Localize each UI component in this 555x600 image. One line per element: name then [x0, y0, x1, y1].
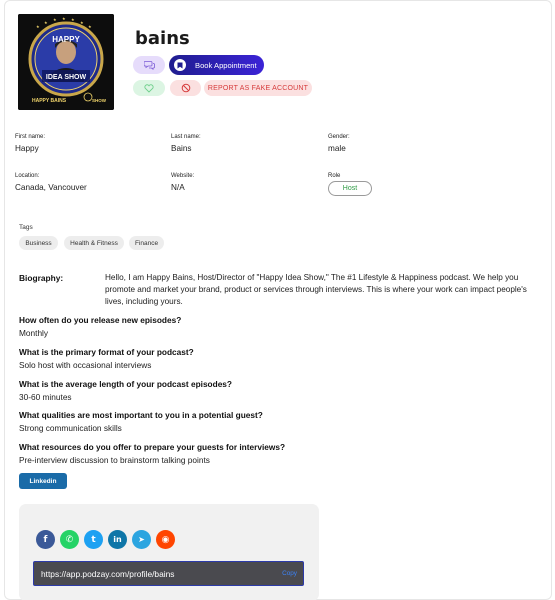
copy-url-button[interactable]: Copy	[282, 570, 297, 577]
profile-card: ★ ★ ★ ★ ★ ★ ★ HAPPY IDEA SHOW HAPPY BAINS SHO…	[4, 0, 552, 600]
message-button[interactable]	[133, 56, 165, 74]
tag-finance[interactable]: Finance	[129, 236, 164, 250]
svg-text:HAPPY: HAPPY	[52, 35, 80, 44]
svg-text:★: ★	[62, 16, 66, 21]
qa-question: What is the primary format of your podca…	[19, 347, 194, 357]
linkedin-icon[interactable]: in	[108, 530, 127, 549]
qa-item: How often do you release new episodes? M…	[19, 315, 539, 338]
last-name-value: Bains	[171, 144, 192, 153]
svg-text:SHOW: SHOW	[92, 98, 107, 103]
podcast-logo: ★ ★ ★ ★ ★ ★ ★ HAPPY IDEA SHOW HAPPY BAINS SHO…	[18, 14, 114, 110]
share-panel: f ✆ t in ➤ ◉ https://app.podzay.com/prof…	[19, 504, 319, 600]
svg-text:IDEA SHOW: IDEA SHOW	[46, 74, 87, 81]
svg-text:★: ★	[53, 17, 57, 22]
website-label: Website:	[171, 173, 195, 179]
bookmark-icon	[174, 59, 186, 71]
gender-value: male	[328, 144, 346, 153]
book-appointment-label: Book Appointment	[195, 60, 257, 70]
tag-health-fitness[interactable]: Health & Fitness	[64, 236, 124, 250]
favorite-button[interactable]	[133, 80, 165, 96]
location-value: Canada, Vancouver	[15, 183, 87, 192]
gender-label: Gender:	[328, 134, 350, 140]
block-icon	[181, 83, 190, 93]
reddit-icon[interactable]: ◉	[156, 530, 175, 549]
first-name-value: Happy	[15, 144, 39, 153]
qa-question: What resources do you offer to prepare y…	[19, 442, 286, 452]
svg-text:★: ★	[71, 17, 75, 22]
qa-answer: Solo host with occasional interviews	[19, 360, 152, 370]
qa-question: What qualities are most important to you…	[19, 410, 263, 420]
whatsapp-icon[interactable]: ✆	[60, 530, 79, 549]
qa-question: What is the average length of your podca…	[19, 379, 232, 389]
svg-text:HAPPY BAINS: HAPPY BAINS	[32, 98, 67, 104]
svg-text:★: ★	[88, 24, 92, 29]
avatar: ★ ★ ★ ★ ★ ★ ★ HAPPY IDEA SHOW HAPPY BAINS SHO…	[18, 14, 114, 110]
profile-url-text: https://app.podzay.com/profile/bains	[41, 569, 175, 579]
qa-answer: Monthly	[19, 328, 49, 338]
qa-item: What is the primary format of your podca…	[19, 347, 539, 370]
report-fake-account-button[interactable]: REPORT AS FAKE ACCOUNT	[204, 80, 312, 96]
biography-label: Biography:	[19, 273, 64, 283]
profile-url-field[interactable]: https://app.podzay.com/profile/bains Cop…	[33, 561, 304, 586]
twitter-icon[interactable]: t	[84, 530, 103, 549]
biography-text: Hello, I am Happy Bains, Host/Director o…	[105, 273, 527, 307]
role-badge: Host	[328, 181, 372, 196]
qa-item: What resources do you offer to prepare y…	[19, 442, 539, 465]
svg-text:★: ★	[44, 20, 48, 25]
block-button[interactable]	[170, 80, 201, 96]
tag-business[interactable]: Business	[19, 236, 58, 250]
qa-answer: Pre-interview discussion to brainstorm t…	[19, 455, 210, 465]
tags-label: Tags	[19, 224, 33, 231]
profile-username: bains	[135, 28, 190, 49]
heart-icon	[144, 83, 154, 93]
qa-question: How often do you release new episodes?	[19, 315, 182, 325]
last-name-label: Last name:	[171, 134, 201, 140]
chat-bubbles-icon	[143, 61, 155, 70]
svg-text:★: ★	[80, 20, 84, 25]
qa-answer: 30-60 minutes	[19, 392, 72, 402]
location-label: Location:	[15, 173, 40, 179]
qa-answer: Strong communication skills	[19, 423, 122, 433]
role-label: Role	[328, 173, 341, 179]
linkedin-button[interactable]: Linkedin	[19, 473, 67, 489]
website-value: N/A	[171, 183, 185, 192]
facebook-icon[interactable]: f	[36, 530, 55, 549]
qa-item: What qualities are most important to you…	[19, 410, 539, 433]
book-appointment-button[interactable]: Book Appointment	[169, 55, 264, 75]
first-name-label: First name:	[15, 134, 46, 140]
qa-item: What is the average length of your podca…	[19, 379, 539, 402]
svg-text:★: ★	[36, 24, 40, 29]
telegram-icon[interactable]: ➤	[132, 530, 151, 549]
